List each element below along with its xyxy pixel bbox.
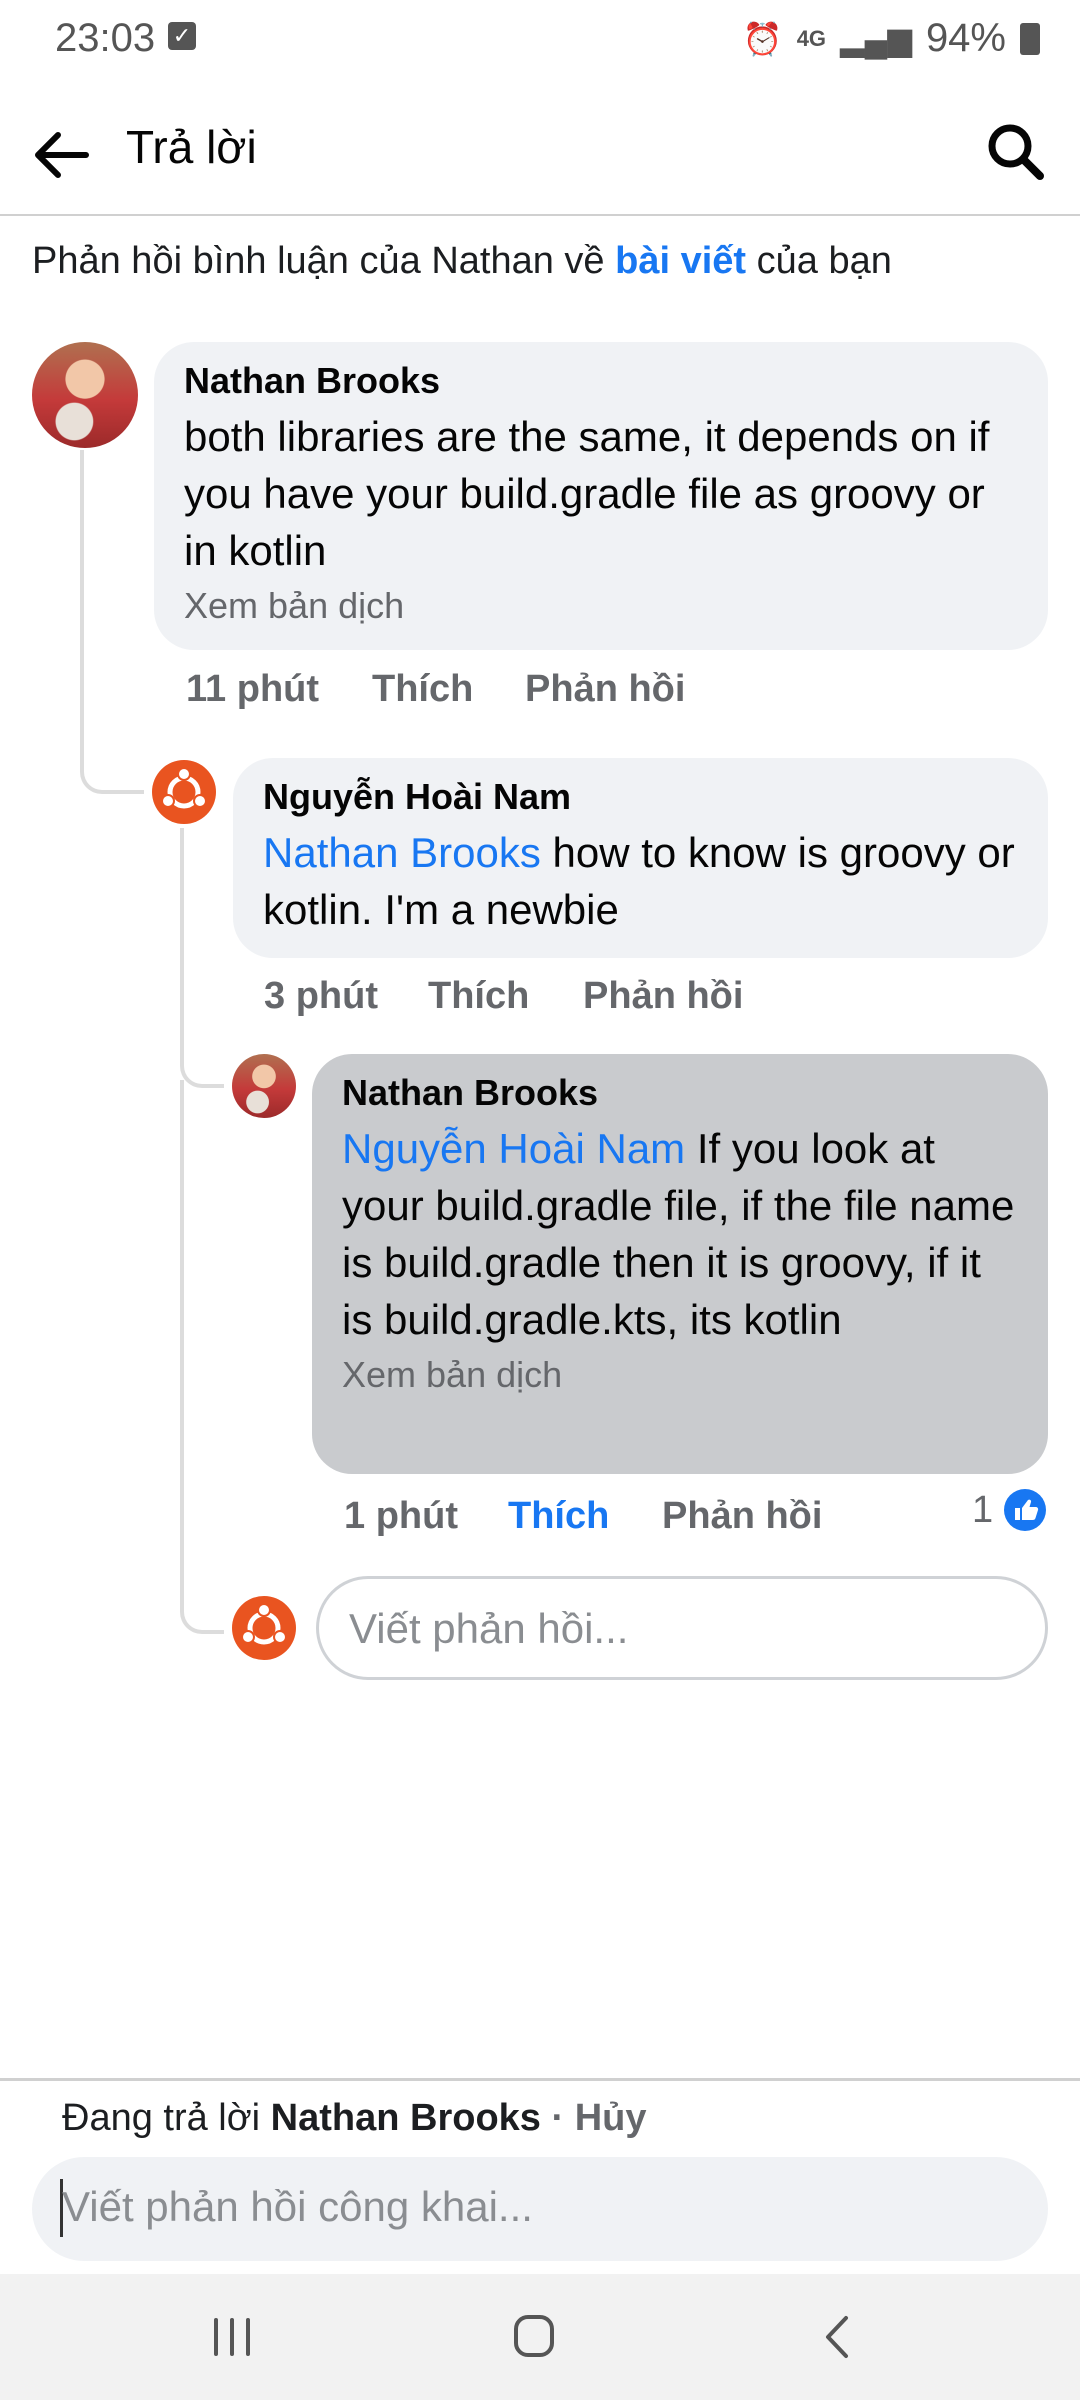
comment-text: both libraries are the same, it depends … xyxy=(184,413,990,574)
like-button[interactable]: Thích xyxy=(428,975,529,1018)
network-type-icon: 4G xyxy=(796,25,827,51)
comment-author[interactable]: Nathan Brooks xyxy=(184,360,1018,402)
ubuntu-logo-icon xyxy=(241,1603,287,1645)
reply-button[interactable]: Phản hồi xyxy=(525,668,685,711)
avatar[interactable] xyxy=(152,760,216,824)
reply-button[interactable]: Phản hồi xyxy=(662,1495,822,1538)
comment-author[interactable]: Nathan Brooks xyxy=(342,1072,1018,1114)
replying-name: Nathan Brooks xyxy=(270,2097,541,2139)
reply-input[interactable]: Viết phản hồi... xyxy=(316,1576,1048,1680)
back-button[interactable] xyxy=(28,120,98,190)
post-link[interactable]: bài viết xyxy=(615,240,746,282)
page-title: Trả lời xyxy=(126,121,257,173)
comment-bubble-selected[interactable]: Nathan Brooks Nguyễn Hoài Nam If you loo… xyxy=(312,1054,1048,1474)
like-button[interactable]: Thích xyxy=(508,1495,609,1538)
comment-bubble[interactable]: Nathan Brooks both libraries are the sam… xyxy=(154,342,1048,650)
context-text: Phản hồi bình luận của Nathan về xyxy=(32,240,616,282)
public-reply-placeholder: Viết phản hồi công khai... xyxy=(62,2183,533,2230)
reaction-count: 1 xyxy=(972,1488,994,1531)
comment-text: Nguyễn Hoài Nam If you look at your buil… xyxy=(342,1120,1018,1348)
comment-bubble[interactable]: Nguyễn Hoài Nam Nathan Brooks how to kno… xyxy=(233,758,1048,958)
cancel-reply-button[interactable]: Hủy xyxy=(575,2097,647,2139)
reaction-summary[interactable]: 1 xyxy=(972,1488,1047,1532)
alarm-icon: ⏰ xyxy=(742,20,783,57)
like-button[interactable]: Thích xyxy=(372,668,473,711)
avatar[interactable] xyxy=(232,1054,296,1118)
notification-check-icon: ✓ xyxy=(168,22,196,50)
thread-line xyxy=(180,1080,224,1634)
thread-line xyxy=(80,450,144,794)
mention-link[interactable]: Nathan Brooks xyxy=(263,829,541,876)
comment-time: 3 phút xyxy=(264,975,378,1017)
app-header: Trả lời xyxy=(0,80,1080,216)
search-button[interactable] xyxy=(980,116,1050,186)
mention-link[interactable]: Nguyễn Hoài Nam xyxy=(342,1125,685,1172)
ubuntu-logo-icon xyxy=(161,767,207,809)
thread-line xyxy=(180,828,224,1088)
reply-placeholder: Viết phản hồi... xyxy=(349,1605,629,1652)
replying-prefix: Đang trả lời xyxy=(62,2097,271,2139)
composer: Đang trả lời Nathan Brooks · Hủy Viết ph… xyxy=(0,2078,1080,2277)
context-suffix: của bạn xyxy=(746,240,892,282)
replying-to: Đang trả lời Nathan Brooks · Hủy xyxy=(62,2097,647,2140)
status-bar: 23:03 ✓ ⏰ 4G ▂▄▆ 94% xyxy=(0,0,1080,80)
avatar[interactable] xyxy=(32,342,138,448)
recent-apps-icon xyxy=(214,2318,250,2356)
comment-time: 1 phút xyxy=(344,1495,458,1537)
avatar xyxy=(232,1596,296,1660)
recent-apps-button[interactable] xyxy=(192,2302,272,2372)
comment-text: Nathan Brooks how to know is groovy or k… xyxy=(263,824,1018,938)
like-reaction-icon xyxy=(1004,1489,1047,1531)
back-nav-icon xyxy=(826,2316,848,2358)
search-icon xyxy=(988,124,1044,180)
status-time: 23:03 xyxy=(55,16,156,60)
battery-percent: 94% xyxy=(925,16,1006,60)
see-translation-link[interactable]: Xem bản dịch xyxy=(342,1354,1018,1396)
signal-icon: ▂▄▆ xyxy=(840,20,912,57)
battery-icon xyxy=(1020,22,1040,55)
comment-author[interactable]: Nguyễn Hoài Nam xyxy=(263,776,1018,818)
system-nav-bar xyxy=(0,2274,1080,2400)
comment-time: 11 phút xyxy=(186,668,320,710)
home-icon xyxy=(514,2315,554,2357)
public-reply-input[interactable]: Viết phản hồi công khai... xyxy=(32,2157,1048,2261)
back-nav-button[interactable] xyxy=(798,2302,878,2372)
replying-separator: · xyxy=(540,2097,575,2139)
reply-context: Phản hồi bình luận của Nathan về bài viế… xyxy=(32,240,892,283)
status-right: ⏰ 4G ▂▄▆ 94% xyxy=(743,16,1040,61)
home-button[interactable] xyxy=(494,2302,574,2372)
reply-button[interactable]: Phản hồi xyxy=(583,975,743,1018)
arrow-left-icon xyxy=(35,132,89,178)
see-translation-link[interactable]: Xem bản dịch xyxy=(184,585,1018,627)
